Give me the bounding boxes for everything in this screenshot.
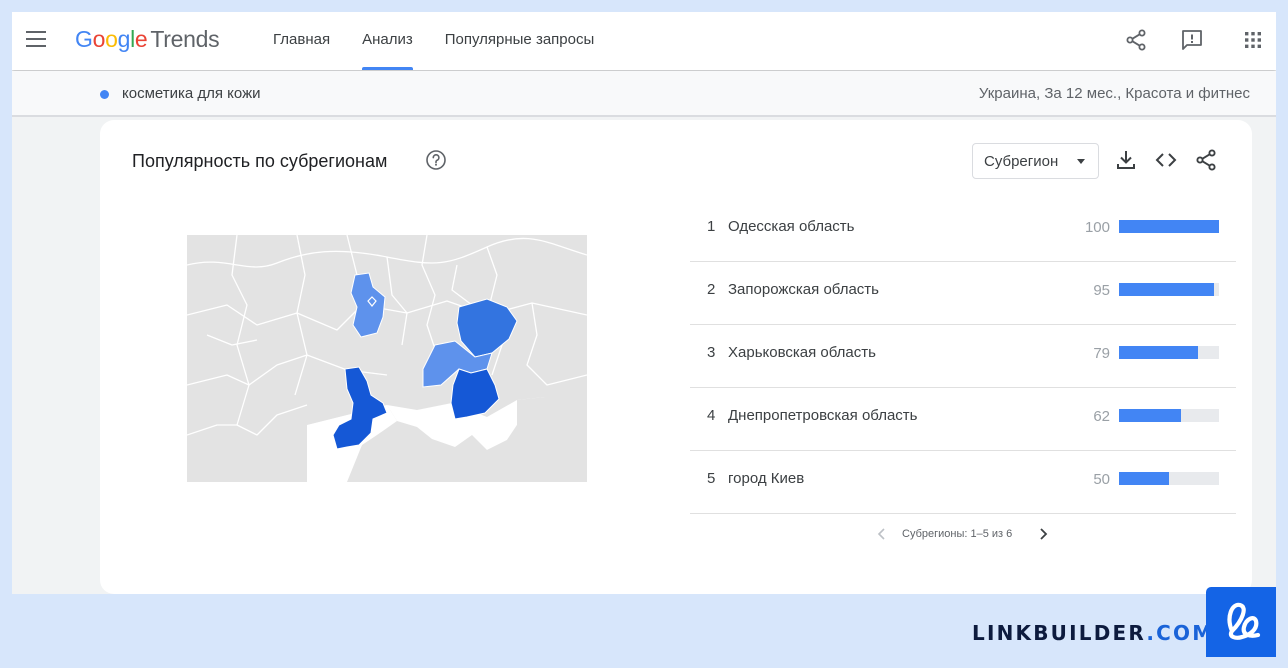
value-bar bbox=[1119, 472, 1219, 485]
region-name[interactable]: Запорожская область bbox=[728, 281, 879, 298]
pagination: Субрегионы: 1–5 из 6 bbox=[100, 523, 1252, 547]
region-name[interactable]: Днепропетровская область bbox=[728, 407, 917, 424]
region-name[interactable]: Одесская область bbox=[728, 218, 855, 235]
nav-trending[interactable]: Популярные запросы bbox=[436, 12, 604, 70]
region-value: 79 bbox=[1093, 345, 1110, 362]
value-bar-fill bbox=[1119, 346, 1198, 359]
ranking-row[interactable]: 5 город Киев 50 bbox=[690, 451, 1236, 514]
value-bar-fill bbox=[1119, 220, 1219, 233]
rank-number: 1 bbox=[707, 218, 716, 235]
browser-frame: Google Trends Главная Анализ Популярные з… bbox=[12, 12, 1276, 594]
google-trends-logo[interactable]: Google Trends bbox=[75, 26, 220, 53]
region-type-select[interactable]: Субрегион bbox=[972, 143, 1099, 179]
menu-icon[interactable] bbox=[26, 31, 46, 47]
feedback-icon[interactable] bbox=[1179, 27, 1205, 53]
embed-code-icon[interactable] bbox=[1153, 147, 1179, 173]
pagination-label: Субрегионы: 1–5 из 6 bbox=[902, 528, 1013, 540]
share-icon[interactable] bbox=[1193, 147, 1219, 173]
apps-grid-icon[interactable] bbox=[1240, 27, 1266, 53]
rank-number: 2 bbox=[707, 281, 716, 298]
region-name[interactable]: Харьковская область bbox=[728, 344, 876, 361]
ranking-row[interactable]: 1 Одесская область 100 bbox=[690, 199, 1236, 262]
brand-wordmark: LINKBUILDER.COM bbox=[972, 621, 1215, 645]
nav-home[interactable]: Главная bbox=[264, 12, 339, 70]
download-icon[interactable] bbox=[1113, 147, 1139, 173]
region-value: 50 bbox=[1093, 471, 1110, 488]
region-name[interactable]: город Киев bbox=[728, 470, 804, 487]
ranking-row[interactable]: 3 Харьковская область 79 bbox=[690, 325, 1236, 388]
region-value: 62 bbox=[1093, 408, 1110, 425]
term-color-dot bbox=[100, 90, 109, 99]
ranking-row[interactable]: 2 Запорожская область 95 bbox=[690, 262, 1236, 325]
value-bar bbox=[1119, 283, 1219, 296]
ranking-row[interactable]: 4 Днепропетровская область 62 bbox=[690, 388, 1236, 451]
subregion-card: Популярность по субрегионам Субрегион 1 … bbox=[100, 120, 1252, 594]
card-title: Популярность по субрегионам bbox=[132, 151, 388, 171]
dropdown-caret-icon bbox=[1077, 159, 1085, 164]
top-app-bar: Google Trends Главная Анализ Популярные з… bbox=[12, 12, 1276, 70]
rank-number: 3 bbox=[707, 344, 716, 361]
brand-logo-icon bbox=[1206, 587, 1276, 657]
search-filters[interactable]: Украина, За 12 мес., Красота и фитнес bbox=[979, 85, 1250, 102]
search-term-bar: косметика для кожи Украина, За 12 мес., … bbox=[12, 71, 1276, 117]
value-bar bbox=[1119, 409, 1219, 422]
chevron-right-icon[interactable] bbox=[1036, 525, 1050, 543]
region-value: 95 bbox=[1093, 282, 1110, 299]
share-icon[interactable] bbox=[1123, 27, 1149, 53]
value-bar bbox=[1119, 220, 1219, 233]
value-bar bbox=[1119, 346, 1219, 359]
search-term[interactable]: косметика для кожи bbox=[122, 85, 261, 102]
rank-number: 5 bbox=[707, 470, 716, 487]
value-bar-fill bbox=[1119, 472, 1169, 485]
chevron-left-icon[interactable] bbox=[875, 525, 889, 543]
rank-number: 4 bbox=[707, 407, 716, 424]
nav-explore[interactable]: Анализ bbox=[353, 12, 422, 70]
main-nav: Главная Анализ Популярные запросы bbox=[264, 12, 617, 70]
help-circle-icon[interactable] bbox=[425, 149, 447, 171]
value-bar-fill bbox=[1119, 409, 1181, 422]
value-bar-fill bbox=[1119, 283, 1214, 296]
region-value: 100 bbox=[1084, 219, 1110, 236]
region-map[interactable] bbox=[186, 234, 588, 482]
